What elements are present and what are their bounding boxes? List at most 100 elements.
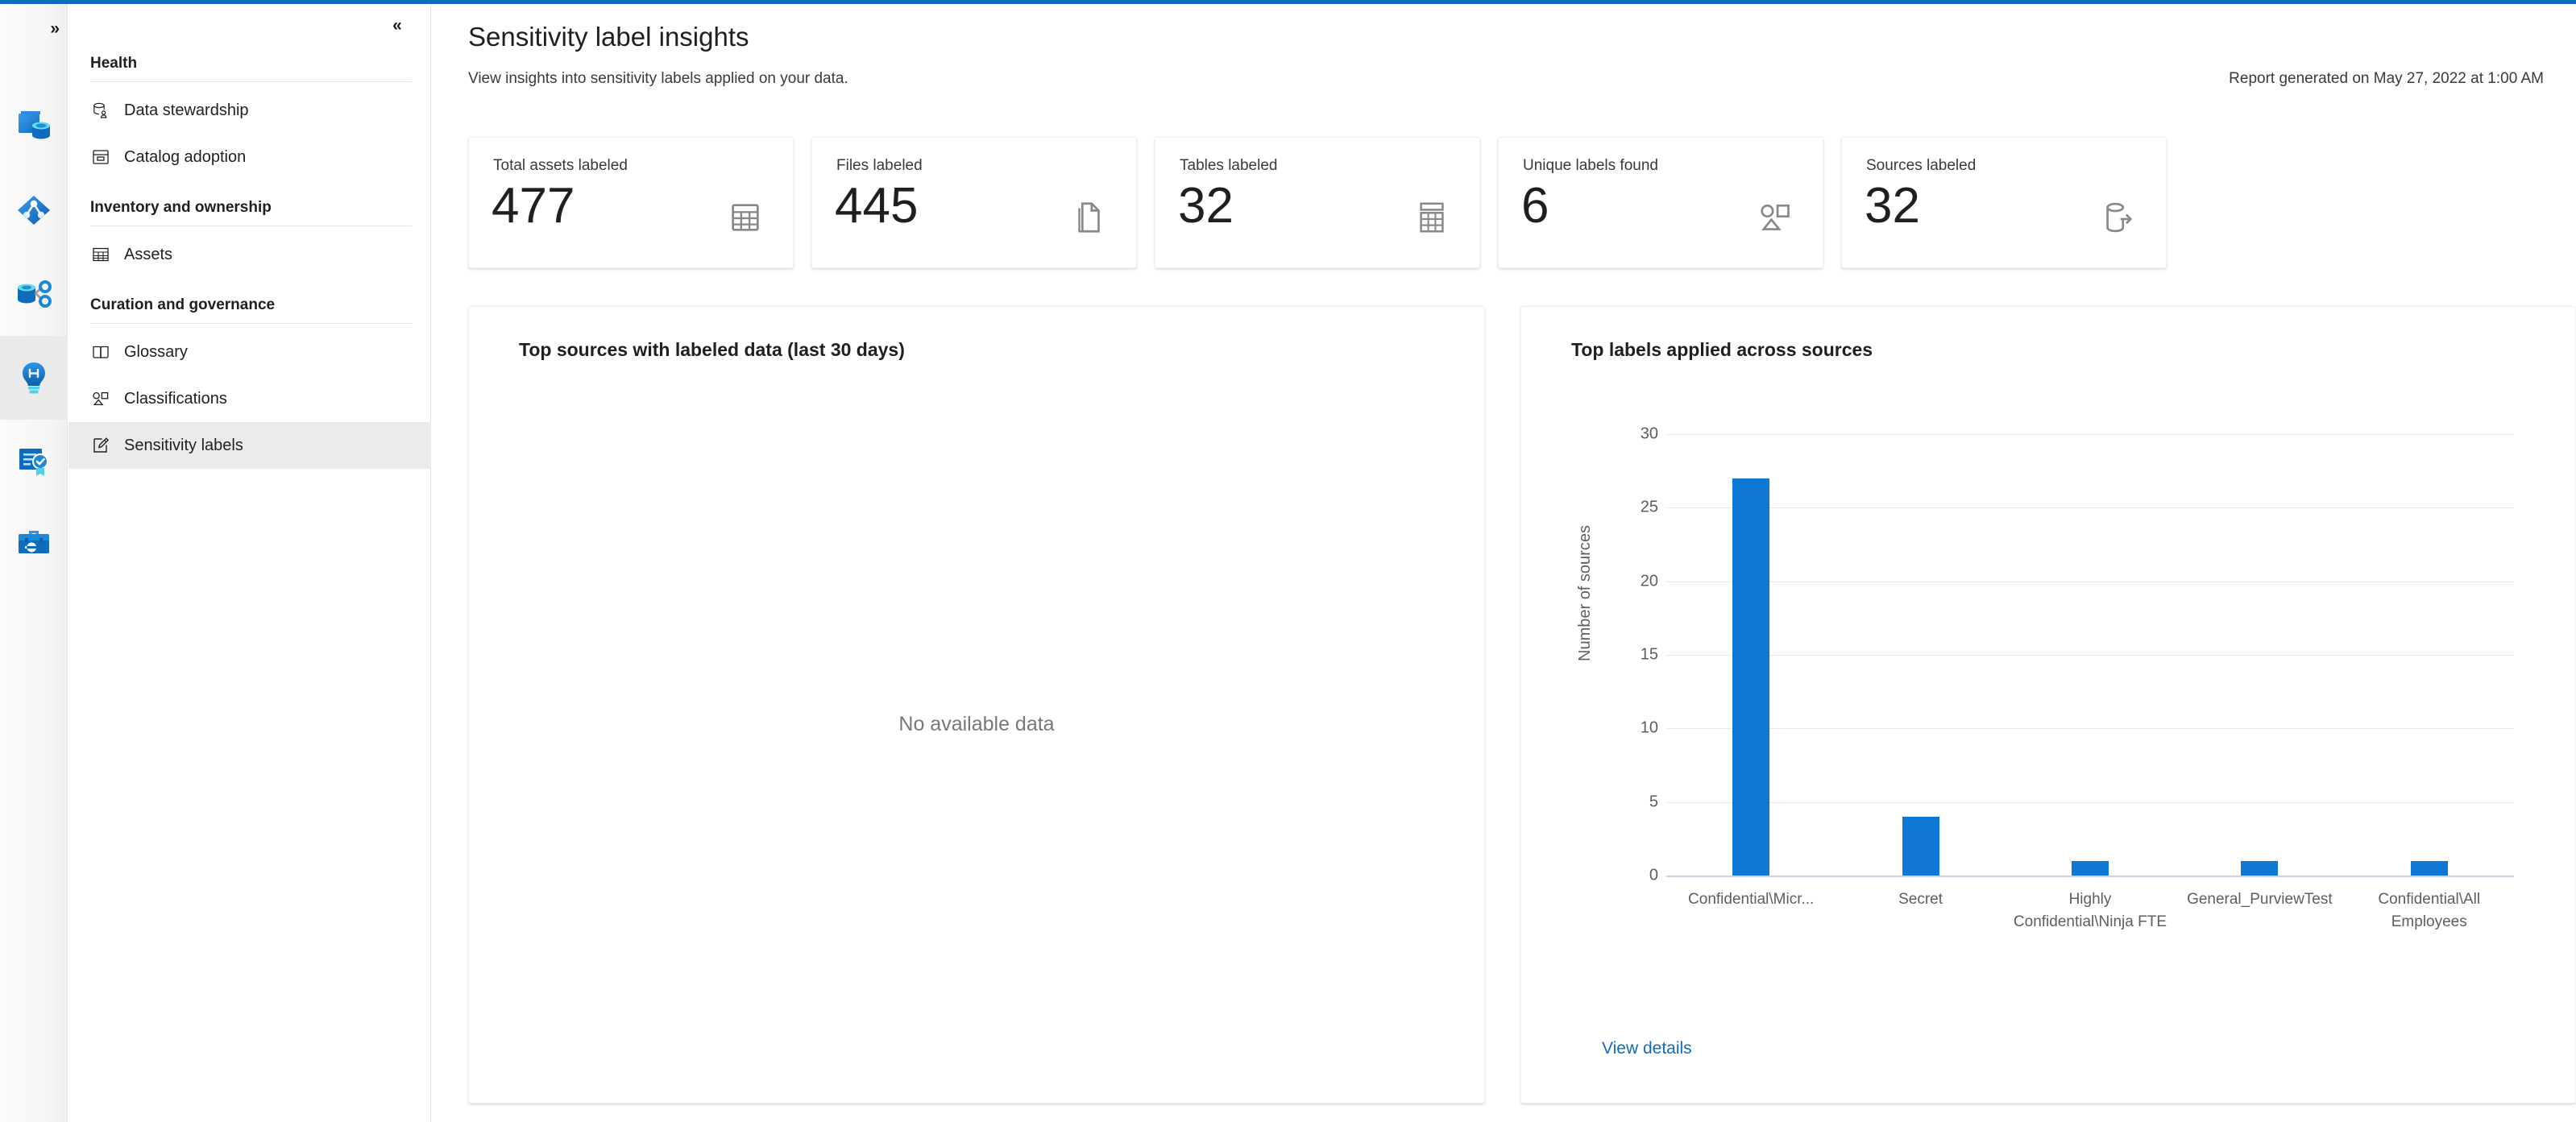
y-axis-tick: 20 <box>1640 572 1658 590</box>
nav-section-title-curation: Curation and governance <box>90 296 276 313</box>
sidebar-item-catalog-adoption[interactable]: Catalog adoption <box>68 134 431 180</box>
y-axis-tick: 30 <box>1640 424 1658 443</box>
catalog-icon <box>15 107 53 146</box>
chevron-double-right-icon: » <box>50 19 60 38</box>
data-steward-icon <box>90 100 111 121</box>
nav-panel: « Health Data stewardship Catalog adopti… <box>68 4 431 1122</box>
x-axis-label: Secret <box>1898 891 1943 908</box>
bar-chart: Number of sources 30 25 20 15 10 5 0 Con… <box>1571 395 2530 1048</box>
table-rows-icon <box>1413 199 1450 236</box>
table-grid-icon <box>727 199 764 236</box>
chevron-double-left-icon: « <box>392 16 402 35</box>
classification-icon <box>90 388 111 409</box>
sidebar-item-label: Catalog adoption <box>124 147 247 166</box>
sidebar-item-data-stewardship[interactable]: Data stewardship <box>68 87 431 134</box>
sidebar-item-label: Glossary <box>124 342 188 361</box>
bar[interactable] <box>1732 478 1770 876</box>
kpi-card-files-labeled: Files labeled 445 <box>811 137 1137 268</box>
kpi-value: 477 <box>492 178 575 234</box>
bar-slot <box>2349 434 2510 876</box>
kpi-value: 32 <box>1865 178 1920 234</box>
panel-top-labels-applied-across-sources: Top labels applied across sources Number… <box>1520 306 2576 1103</box>
bar[interactable] <box>2241 860 2279 876</box>
bar[interactable] <box>1902 816 1939 876</box>
kpi-card-row: Total assets labeled 477 Files labeled 4… <box>468 137 2167 268</box>
view-details-link[interactable]: View details <box>1602 1039 1692 1058</box>
kpi-value: 6 <box>1521 178 1549 234</box>
y-axis-tick: 0 <box>1649 866 1658 884</box>
nav-collapse-button[interactable]: « <box>380 11 413 40</box>
nav-section-title-inventory: Inventory and ownership <box>90 199 272 216</box>
kpi-card-total-assets-labeled: Total assets labeled 477 <box>468 137 794 268</box>
x-axis-label: Confidential\All Employees <box>2378 891 2481 930</box>
page-title: Sensitivity label insights <box>468 22 749 52</box>
nav-section-title-health: Health <box>90 55 138 72</box>
rail-item-management[interactable] <box>0 500 68 584</box>
bar-slot <box>2179 434 2340 876</box>
certificate-icon <box>15 442 53 481</box>
rail-item-data-policy[interactable] <box>0 420 68 503</box>
bar-slot <box>2010 434 2171 876</box>
sidebar-item-classifications[interactable]: Classifications <box>68 375 431 422</box>
kpi-label: Sources labeled <box>1866 157 1977 174</box>
report-generated-timestamp: Report generated on May 27, 2022 at 1:00… <box>2229 70 2544 87</box>
sidebar-item-sensitivity-labels[interactable]: Sensitivity labels <box>68 422 431 469</box>
bar-slot <box>1840 434 2001 876</box>
panel-top-sources-with-labeled-data: Top sources with labeled data (last 30 d… <box>468 306 1485 1103</box>
kpi-value: 445 <box>835 178 919 234</box>
empty-state-message: No available data <box>898 713 1055 735</box>
panel-title: Top sources with labeled data (last 30 d… <box>519 339 905 360</box>
panel-title: Top labels applied across sources <box>1571 339 1873 360</box>
plot-area: 30 25 20 15 10 5 0 <box>1641 425 2514 884</box>
bar-group <box>1666 434 2514 876</box>
x-axis-label: Confidential\Micr... <box>1688 891 1815 908</box>
y-axis-title: Number of sources <box>1576 525 1594 661</box>
page-subtitle: View insights into sensitivity labels ap… <box>468 70 848 87</box>
catalog-adoption-icon <box>90 147 111 168</box>
kpi-label: Files labeled <box>836 157 923 174</box>
panel-row: Top sources with labeled data (last 30 d… <box>468 306 2576 1103</box>
file-icon <box>1070 199 1107 236</box>
main-content: Sensitivity label insights View insights… <box>432 4 2576 1122</box>
sidebar-item-label: Data stewardship <box>124 101 249 119</box>
y-axis-tick: 5 <box>1649 793 1658 811</box>
classification-icon <box>1757 199 1794 236</box>
data-estate-icon <box>15 275 53 313</box>
y-axis-tick: 25 <box>1640 498 1658 516</box>
bar[interactable] <box>2410 860 2448 876</box>
kpi-label: Total assets labeled <box>493 157 628 174</box>
y-axis-tick: 15 <box>1640 645 1658 664</box>
sidebar-item-glossary[interactable]: Glossary <box>68 329 431 375</box>
bar[interactable] <box>2071 860 2109 876</box>
toolbox-icon <box>15 523 53 561</box>
sidebar-item-label: Assets <box>124 245 173 263</box>
lightbulb-icon <box>15 358 53 397</box>
rail-expand-button[interactable]: » <box>0 10 68 48</box>
bar-slot <box>1670 434 1831 876</box>
icon-rail: » <box>0 4 68 1122</box>
sidebar-item-assets[interactable]: Assets <box>68 231 431 278</box>
app-root: » « Health Data stewardship Catalog adop… <box>0 0 2576 1122</box>
divider <box>90 323 412 324</box>
rail-item-data-catalog[interactable] <box>0 85 68 168</box>
divider <box>90 81 412 82</box>
kpi-label: Unique labels found <box>1523 157 1658 174</box>
table-icon <box>90 244 111 265</box>
sensitivity-label-icon <box>90 435 111 456</box>
source-export-icon <box>2100 199 2137 236</box>
kpi-card-unique-labels-found: Unique labels found 6 <box>1498 137 1823 268</box>
y-axis-tick: 10 <box>1640 718 1658 737</box>
kpi-card-tables-labeled: Tables labeled 32 <box>1155 137 1480 268</box>
rail-item-data-estate[interactable] <box>0 252 68 336</box>
nav-body: Health Data stewardship Catalog adoption… <box>68 49 431 469</box>
sidebar-item-label: Sensitivity labels <box>124 436 243 454</box>
book-icon <box>90 342 111 362</box>
x-axis-label-group: Confidential\Micr... Secret Highly Confide… <box>1666 888 2514 933</box>
kpi-value: 32 <box>1178 178 1234 234</box>
x-axis-label: General_PurviewTest <box>2187 891 2333 908</box>
rail-item-data-insights[interactable] <box>0 336 68 420</box>
rail-item-data-map[interactable] <box>0 168 68 252</box>
kpi-label: Tables labeled <box>1180 157 1278 174</box>
